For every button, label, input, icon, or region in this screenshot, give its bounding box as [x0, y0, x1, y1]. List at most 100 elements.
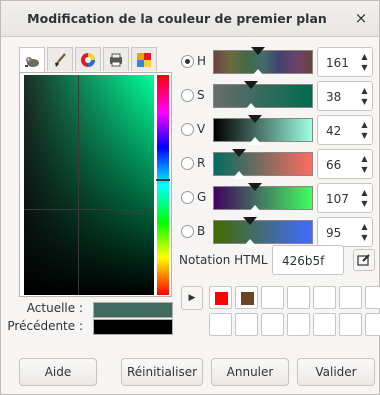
- spin-down-icon[interactable]: ▼: [360, 199, 369, 208]
- slider-marker-top[interactable]: [232, 149, 246, 157]
- hue-marker[interactable]: [156, 179, 170, 181]
- channel-letter: R: [197, 156, 206, 170]
- channel-spinbutton-b[interactable]: 95 ▲ ▼: [317, 217, 373, 247]
- tab-gimp-selector[interactable]: [19, 47, 45, 73]
- history-color-cell[interactable]: [209, 313, 232, 336]
- channel-value[interactable]: 42: [326, 124, 341, 138]
- saturation-value-square[interactable]: [24, 75, 154, 295]
- channel-spinbutton-s[interactable]: 38 ▲ ▼: [317, 81, 373, 111]
- close-icon[interactable]: ×: [352, 9, 370, 27]
- channel-radio-s[interactable]: [181, 89, 194, 102]
- tab-wheel-selector[interactable]: [75, 47, 101, 71]
- channel-gradient-bar[interactable]: [213, 152, 313, 176]
- channel-spinbutton-r[interactable]: 66 ▲ ▼: [317, 149, 373, 179]
- channel-radio-h[interactable]: [181, 55, 194, 68]
- slider-marker-top[interactable]: [248, 115, 262, 123]
- tab-painter-selector[interactable]: [47, 47, 73, 71]
- slider-marker-bottom[interactable]: [244, 103, 258, 111]
- history-color-fill: [215, 292, 228, 305]
- channel-slider-s[interactable]: [213, 81, 313, 111]
- channel-slider-g[interactable]: [213, 183, 313, 213]
- slider-marker-bottom[interactable]: [248, 137, 262, 145]
- paintbrush-icon: [55, 52, 66, 67]
- channel-letter: G: [197, 190, 207, 204]
- gimp-wilber-icon: [25, 56, 39, 67]
- hue-strip[interactable]: [157, 75, 169, 295]
- channel-radio-v[interactable]: [181, 123, 194, 136]
- history-color-cell[interactable]: [339, 313, 362, 336]
- eyedropper-icon: [357, 254, 370, 266]
- slider-marker-bottom[interactable]: [251, 69, 265, 77]
- channel-gradient-bar[interactable]: [213, 84, 313, 108]
- slider-marker-top[interactable]: [251, 47, 265, 55]
- history-color-cell[interactable]: [209, 286, 232, 309]
- channel-gradient-bar[interactable]: [213, 118, 313, 142]
- spin-down-icon[interactable]: ▼: [360, 97, 369, 106]
- spin-up-icon[interactable]: ▲: [360, 154, 369, 163]
- html-notation-input[interactable]: 426b5f: [272, 245, 344, 275]
- history-color-cell[interactable]: [261, 313, 284, 336]
- history-color-cell[interactable]: [235, 313, 258, 336]
- history-color-cell[interactable]: [235, 286, 258, 309]
- channel-radio-r[interactable]: [181, 157, 194, 170]
- spin-down-icon[interactable]: ▼: [360, 63, 369, 72]
- palette-icon: [137, 52, 151, 67]
- spin-down-icon[interactable]: ▼: [360, 131, 369, 140]
- channel-gradient-bar[interactable]: [213, 186, 313, 210]
- channel-slider-b[interactable]: [213, 217, 313, 247]
- previous-color-label: Précédente :: [7, 319, 83, 333]
- history-color-cell[interactable]: [287, 286, 310, 309]
- ok-button[interactable]: Valider: [297, 358, 375, 386]
- history-color-cell[interactable]: [313, 286, 336, 309]
- channel-value[interactable]: 107: [326, 192, 349, 206]
- channel-slider-v[interactable]: [213, 115, 313, 145]
- tab-cmyk-selector[interactable]: [103, 47, 129, 71]
- history-color-cell[interactable]: [365, 286, 380, 309]
- spin-down-icon[interactable]: ▼: [360, 233, 369, 242]
- history-color-cell[interactable]: [287, 313, 310, 336]
- channel-gradient-bar[interactable]: [213, 220, 313, 244]
- channel-slider-r[interactable]: [213, 149, 313, 179]
- channel-value[interactable]: 38: [326, 90, 341, 104]
- channel-spinbutton-g[interactable]: 107 ▲ ▼: [317, 183, 373, 213]
- cancel-button[interactable]: Annuler: [211, 358, 289, 386]
- dialog-title: Modification de la couleur de premier pl…: [27, 11, 327, 26]
- channel-radio-g[interactable]: [181, 191, 194, 204]
- spin-up-icon[interactable]: ▲: [360, 222, 369, 231]
- channel-spinbutton-v[interactable]: 42 ▲ ▼: [317, 115, 373, 145]
- slider-marker-top[interactable]: [248, 183, 262, 191]
- slider-marker-bottom[interactable]: [232, 171, 246, 179]
- channel-row-g: G 107 ▲ ▼: [181, 183, 376, 213]
- help-button[interactable]: Aide: [19, 358, 97, 386]
- channel-value[interactable]: 95: [326, 226, 341, 240]
- history-color-cell[interactable]: [339, 286, 362, 309]
- spin-up-icon[interactable]: ▲: [360, 52, 369, 61]
- spin-up-icon[interactable]: ▲: [360, 188, 369, 197]
- slider-marker-top[interactable]: [244, 81, 258, 89]
- reset-button[interactable]: Réinitialiser: [121, 358, 203, 386]
- channel-radio-b[interactable]: [181, 225, 194, 238]
- channel-spinbutton-h[interactable]: 161 ▲ ▼: [317, 47, 373, 77]
- channel-value[interactable]: 161: [326, 56, 349, 70]
- channel-slider-h[interactable]: [213, 47, 313, 77]
- history-color-cell[interactable]: [313, 313, 336, 336]
- slider-marker-bottom[interactable]: [243, 239, 257, 247]
- slider-marker-top[interactable]: [243, 217, 257, 225]
- history-color-fill: [241, 292, 254, 305]
- eyedropper-button[interactable]: [353, 249, 375, 271]
- add-to-history-button[interactable]: ▶: [181, 286, 203, 310]
- previous-color-swatch[interactable]: [93, 319, 173, 335]
- spin-down-icon[interactable]: ▼: [360, 165, 369, 174]
- slider-marker-bottom[interactable]: [248, 205, 262, 213]
- channel-value[interactable]: 66: [326, 158, 341, 172]
- channel-row-h: H 161 ▲ ▼: [181, 47, 376, 77]
- picker-crosshair-horizontal: [24, 209, 154, 210]
- color-picker-area: [19, 72, 172, 297]
- history-color-cell[interactable]: [261, 286, 284, 309]
- spin-up-icon[interactable]: ▲: [360, 86, 369, 95]
- spin-up-icon[interactable]: ▲: [360, 120, 369, 129]
- current-color-swatch: [93, 302, 173, 318]
- history-color-cell[interactable]: [365, 313, 380, 336]
- channel-row-v: V 42 ▲ ▼: [181, 115, 376, 145]
- tab-palette-selector[interactable]: [131, 47, 157, 71]
